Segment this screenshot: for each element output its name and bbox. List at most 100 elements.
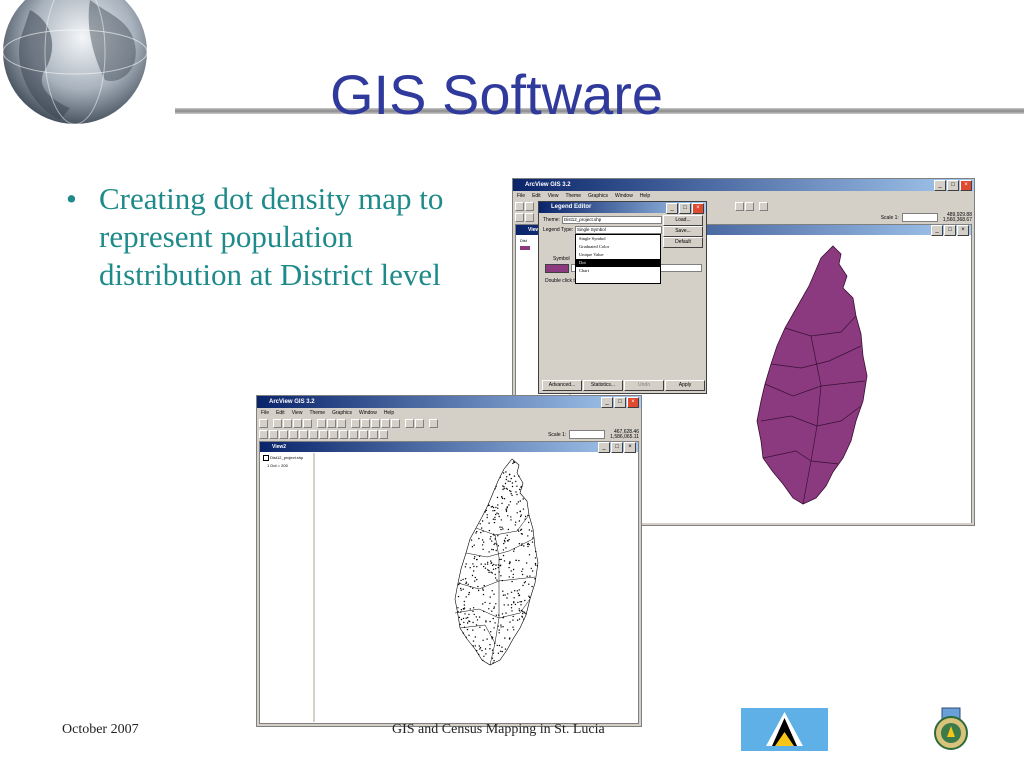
label-tool[interactable]	[359, 430, 368, 439]
population-dot	[484, 601, 486, 604]
close-button[interactable]: ×	[960, 180, 972, 191]
population-dot	[509, 561, 511, 564]
select-feature-tool[interactable]	[289, 430, 298, 439]
legend-type-select[interactable]: Single Symbol	[575, 226, 662, 234]
zoom-selected-tool[interactable]	[371, 419, 380, 428]
menu-help[interactable]: Help	[640, 192, 650, 201]
menu-file[interactable]: File	[517, 192, 525, 201]
restore-button[interactable]: □	[611, 442, 623, 453]
minimize-button[interactable]: _	[931, 225, 943, 236]
save-button[interactable]: Save...	[663, 226, 703, 237]
menu-edit[interactable]: Edit	[532, 192, 541, 201]
menu-edit[interactable]: Edit	[276, 409, 285, 418]
population-dot	[481, 520, 484, 522]
help-tool[interactable]	[759, 202, 768, 211]
population-dot	[492, 568, 495, 570]
add-theme-tool[interactable]	[273, 419, 282, 428]
zoom-out-map-tool[interactable]	[309, 430, 318, 439]
area-of-interest-tool[interactable]	[349, 430, 358, 439]
hotlink-tool[interactable]	[339, 430, 348, 439]
identify-tool[interactable]	[515, 213, 524, 222]
undo-button[interactable]: Undo	[624, 380, 664, 391]
save-tool[interactable]	[515, 202, 524, 211]
menu-file[interactable]: File	[261, 409, 269, 418]
population-dot	[485, 653, 487, 655]
theme-visible-checkbox[interactable]	[263, 455, 269, 461]
zoom-in-map-tool[interactable]	[299, 430, 308, 439]
menu-help[interactable]: Help	[384, 409, 394, 418]
menu-theme[interactable]: Theme	[565, 192, 581, 201]
minimize-button[interactable]: _	[666, 203, 678, 214]
legend-swatch	[520, 246, 530, 250]
locate-tool[interactable]	[327, 419, 336, 428]
footer-date: October 2007	[62, 722, 139, 737]
population-dot	[519, 529, 522, 531]
zoom-full-tool[interactable]	[351, 419, 360, 428]
zoom-in-tool[interactable]	[381, 419, 390, 428]
theme-select[interactable]: Dist12_project.shp	[562, 216, 662, 224]
population-dot	[492, 506, 495, 509]
menu-view[interactable]: View	[292, 409, 303, 418]
maximize-button[interactable]: □	[947, 180, 959, 191]
add-theme-tool[interactable]	[525, 202, 534, 211]
edit-legend-tool[interactable]	[293, 419, 302, 428]
population-dot	[511, 610, 513, 612]
population-dot	[534, 578, 536, 580]
scale-input[interactable]	[569, 430, 606, 439]
minimize-button[interactable]: _	[598, 442, 610, 453]
clear-selection-tool[interactable]	[415, 419, 424, 428]
statistics-button[interactable]: Statistics...	[583, 380, 623, 391]
theme-properties-tool[interactable]	[283, 419, 292, 428]
population-dot	[497, 564, 500, 566]
text-tool[interactable]	[369, 430, 378, 439]
option-graduated-color[interactable]: Graduated Color	[576, 243, 660, 251]
tool[interactable]	[745, 202, 754, 211]
menu-theme[interactable]: Theme	[309, 409, 325, 418]
advanced-button[interactable]: Advanced...	[542, 380, 582, 391]
option-dot[interactable]: Dot	[576, 259, 660, 267]
menu-view[interactable]: View	[548, 192, 559, 201]
symbol-swatch[interactable]	[545, 264, 569, 273]
load-button[interactable]: Load...	[663, 215, 703, 226]
population-dot	[484, 567, 487, 569]
pointer-tool[interactable]	[269, 430, 278, 439]
tool[interactable]	[735, 202, 744, 211]
draw-tool[interactable]	[379, 430, 388, 439]
scale-input[interactable]	[901, 213, 938, 222]
menu-graphics[interactable]: Graphics	[588, 192, 608, 201]
identify-tool[interactable]	[259, 430, 268, 439]
zoom-active-tool[interactable]	[361, 419, 370, 428]
option-unique-value[interactable]: Unique Value	[576, 251, 660, 259]
maximize-button[interactable]: □	[614, 397, 626, 408]
minimize-button[interactable]: _	[601, 397, 613, 408]
restore-button[interactable]: □	[944, 225, 956, 236]
query-tool[interactable]	[337, 419, 346, 428]
open-table-tool[interactable]	[303, 419, 312, 428]
option-chart[interactable]: Chart	[576, 267, 660, 275]
apply-button[interactable]: Apply	[665, 380, 705, 391]
zoom-out-tool[interactable]	[391, 419, 400, 428]
population-dot	[507, 540, 509, 542]
save-tool[interactable]	[259, 419, 268, 428]
help-tool[interactable]	[429, 419, 438, 428]
select-tool[interactable]	[405, 419, 414, 428]
default-button[interactable]: Default	[663, 237, 703, 248]
toc-theme[interactable]: Dist12_project.shp	[261, 453, 313, 463]
menu-window[interactable]: Window	[615, 192, 633, 201]
pan-tool[interactable]	[319, 430, 328, 439]
population-dot	[488, 529, 491, 532]
close-button[interactable]: ×	[624, 442, 636, 453]
find-tool[interactable]	[317, 419, 326, 428]
option-single-symbol[interactable]: Single Symbol	[576, 235, 660, 243]
close-button[interactable]: ×	[692, 203, 704, 214]
vertex-edit-tool[interactable]	[279, 430, 288, 439]
close-button[interactable]: ×	[627, 397, 639, 408]
menu-window[interactable]: Window	[359, 409, 377, 418]
maximize-button[interactable]: □	[679, 203, 691, 214]
close-button[interactable]: ×	[957, 225, 969, 236]
measure-tool[interactable]	[329, 430, 338, 439]
coordinate-readout: 467,628.46 1,586,065.11	[610, 428, 639, 440]
pointer-tool[interactable]	[525, 213, 534, 222]
menu-graphics[interactable]: Graphics	[332, 409, 352, 418]
minimize-button[interactable]: _	[934, 180, 946, 191]
